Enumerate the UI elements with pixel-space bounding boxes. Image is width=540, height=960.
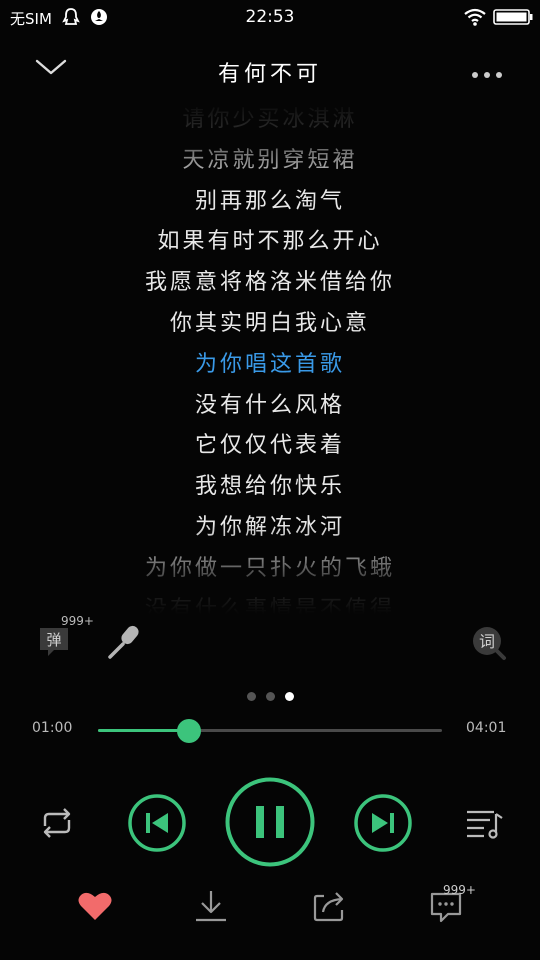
progress-slider[interactable] xyxy=(98,719,442,743)
lyric-line: 我愿意将格洛米借给你 xyxy=(144,270,395,296)
wifi-icon xyxy=(463,8,487,30)
lyrics-label: 词 xyxy=(479,632,495,651)
battery-icon xyxy=(493,9,533,29)
more-options-icon[interactable] xyxy=(471,64,505,83)
next-track-button[interactable] xyxy=(353,793,413,857)
heart-icon[interactable] xyxy=(77,890,113,926)
lyrics-fade-top xyxy=(0,100,540,190)
page-dot[interactable] xyxy=(284,692,294,701)
lyric-line: 没有什么风格 xyxy=(194,392,345,418)
danmaku-button[interactable]: 弹 xyxy=(36,624,72,664)
page-indicator xyxy=(0,686,540,705)
danmaku-badge: 999+ xyxy=(61,614,94,628)
previous-track-button[interactable] xyxy=(127,793,187,857)
player-header: 有何不可 xyxy=(0,40,540,98)
lyrics-panel[interactable]: 请你少买冰淇淋天凉就别穿短裙别再那么淘气如果有时不那么开心我愿意将格洛米借给你你… xyxy=(0,100,540,614)
comment-badge: 999+ xyxy=(443,883,476,897)
progress-fill xyxy=(98,729,190,732)
playlist-icon[interactable] xyxy=(464,806,504,844)
status-bar: 无SIM 22:53 xyxy=(0,0,540,34)
page-dot[interactable] xyxy=(265,692,275,701)
repeat-icon[interactable] xyxy=(37,806,77,844)
clock: 22:53 xyxy=(245,7,295,27)
lyric-line: 你其实明白我心意 xyxy=(169,311,370,336)
lyric-line: 我想给你快乐 xyxy=(194,474,345,500)
danmaku-label: 弹 xyxy=(46,631,61,649)
current-time: 01:00 xyxy=(32,720,73,736)
lyrics-search-button[interactable]: 词 xyxy=(470,624,508,666)
song-title: 有何不可 xyxy=(217,62,322,87)
total-time: 04:01 xyxy=(466,720,507,736)
lyric-line: 如果有时不那么开心 xyxy=(157,229,383,255)
microphone-icon[interactable] xyxy=(104,622,144,666)
lyric-line: 它仅仅代表着 xyxy=(194,433,345,459)
pause-button[interactable] xyxy=(224,776,316,872)
progress-thumb[interactable] xyxy=(177,719,202,743)
share-icon[interactable] xyxy=(312,890,346,926)
download-icon[interactable] xyxy=(194,888,228,928)
lyrics-fade-bottom xyxy=(0,524,540,614)
page-dot[interactable] xyxy=(246,692,256,701)
lyric-line-active: 为你唱这首歌 xyxy=(194,351,345,377)
